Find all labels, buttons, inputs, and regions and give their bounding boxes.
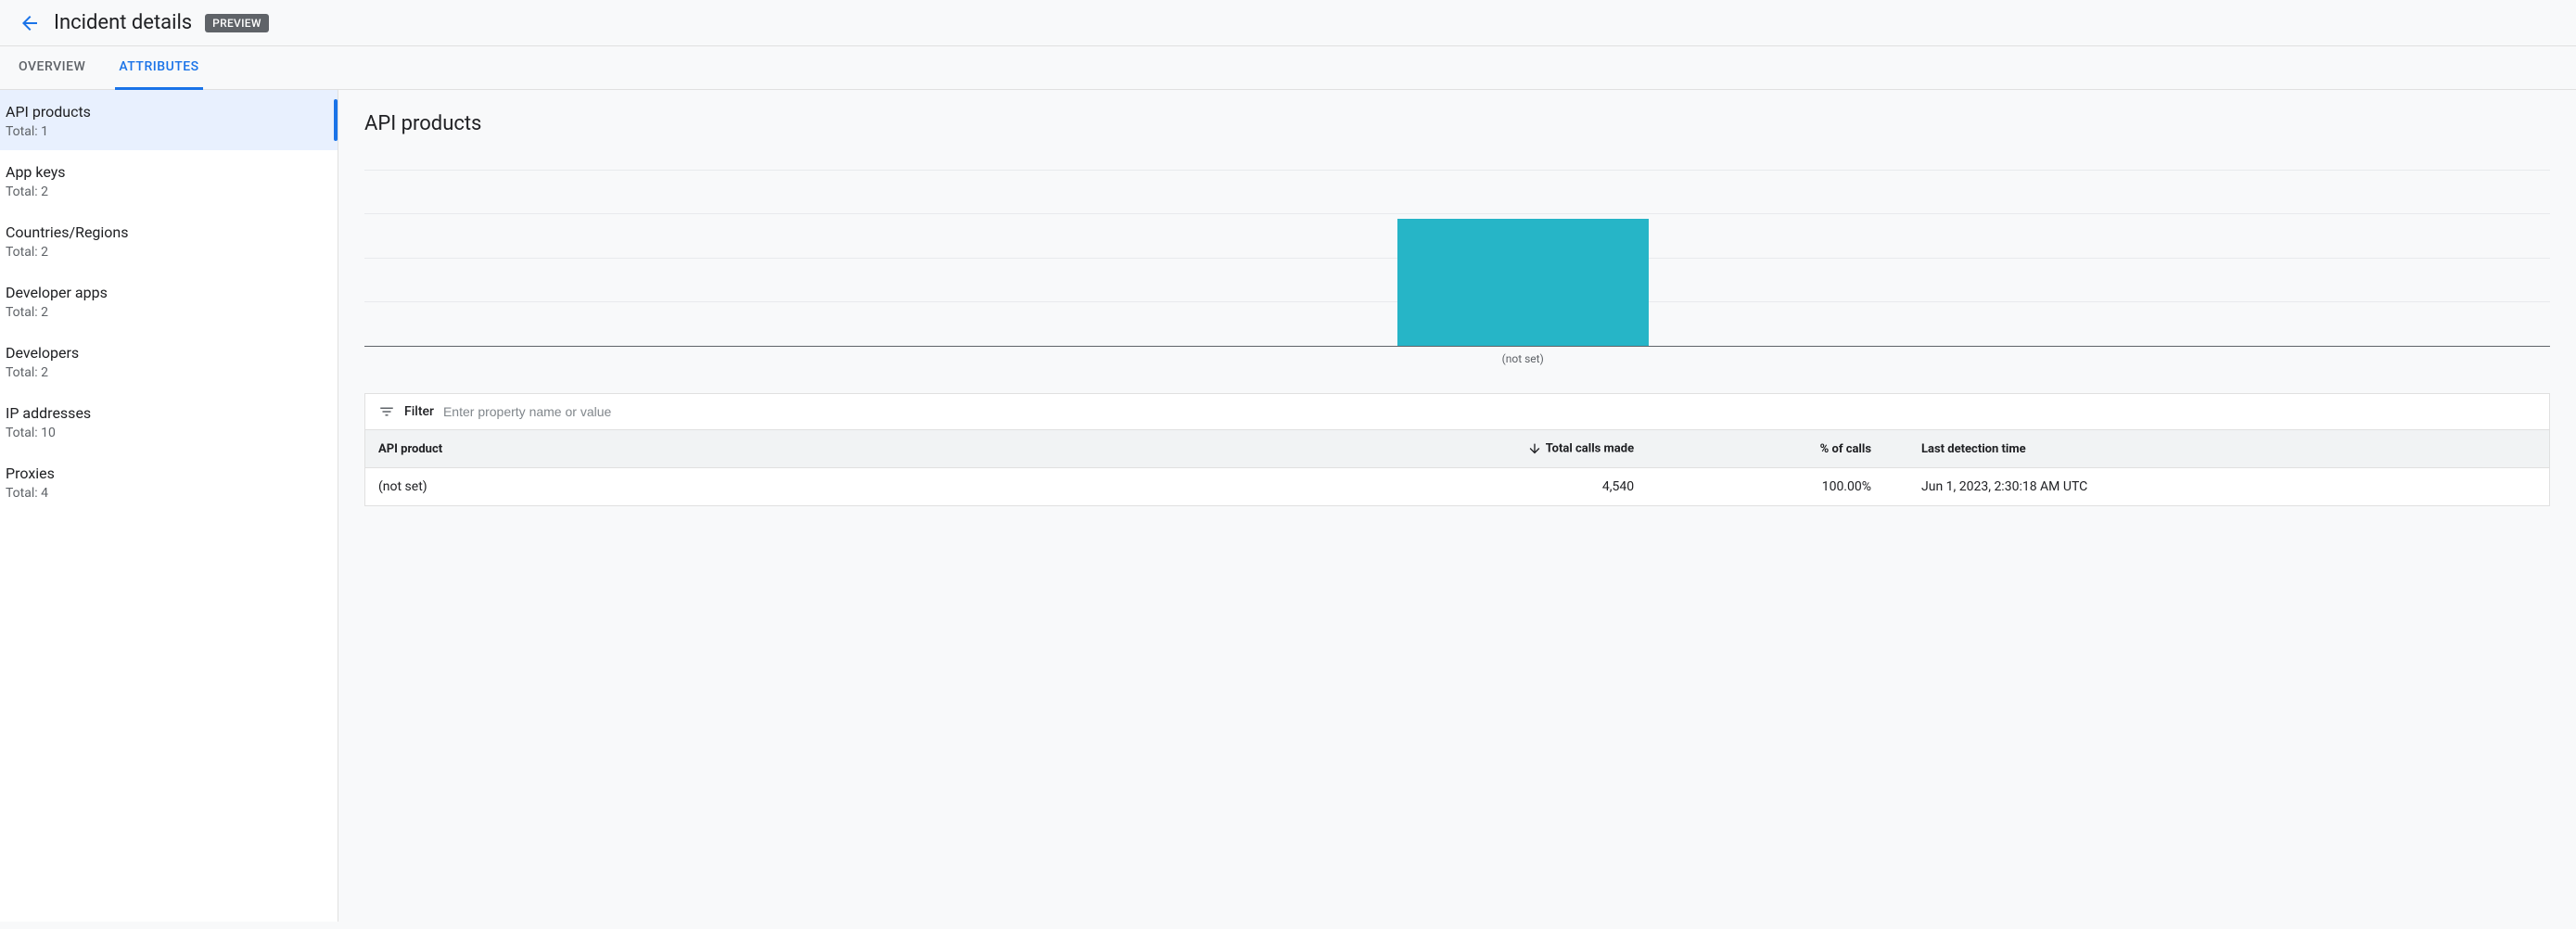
sidebar-item-total: Total: 2: [6, 305, 48, 320]
col-calls[interactable]: Total calls made: [1239, 430, 1647, 468]
col-last[interactable]: Last detection time: [1884, 430, 2550, 468]
chart-gridline: [364, 213, 2550, 214]
sidebar-item-label: IP addresses: [6, 404, 323, 422]
filter-label: Filter: [404, 404, 434, 419]
cell-product: (not set): [365, 468, 1239, 506]
sidebar-item-ip-addresses[interactable]: IP addresses Total: 10: [0, 391, 338, 452]
sidebar-item-label: API products: [6, 103, 323, 121]
back-arrow-icon[interactable]: [19, 12, 41, 34]
chart-bar: [1397, 219, 1649, 346]
sidebar-item-label: Countries/Regions: [6, 223, 323, 241]
sidebar-item-label: App keys: [6, 163, 323, 181]
sidebar-item-label: Developers: [6, 344, 323, 362]
sidebar-item-total: Total: 2: [6, 185, 48, 199]
chart: (not set): [364, 161, 2550, 371]
data-table: API product Total calls made % of calls …: [364, 429, 2550, 506]
sidebar: API productsTotal: 1App keysTotal: 2Coun…: [0, 90, 338, 922]
col-product[interactable]: API product: [365, 430, 1239, 468]
filter-bar: Filter: [364, 393, 2550, 429]
col-pct[interactable]: % of calls: [1647, 430, 1884, 468]
sidebar-item-label: Proxies: [6, 464, 323, 482]
sidebar-item-developer-apps[interactable]: Developer apps Total: 2: [0, 271, 338, 331]
page-title: Incident details: [54, 11, 192, 34]
chart-plot: [364, 171, 2550, 347]
preview-badge: PREVIEW: [205, 14, 269, 32]
tab-attributes[interactable]: ATTRIBUTES: [115, 46, 202, 90]
page-header: Incident details PREVIEW: [0, 0, 2576, 46]
sidebar-item-total: Total: 1: [6, 124, 48, 139]
filter-icon[interactable]: [378, 403, 395, 420]
sidebar-item-total: Total: 4: [6, 486, 48, 501]
sidebar-item-proxies[interactable]: Proxies Total: 4: [0, 452, 338, 512]
main-content: API products (not set) Filter API produc…: [338, 90, 2576, 922]
sidebar-item-label: Developer apps: [6, 284, 323, 301]
table-row[interactable]: (not set)4,540100.00%Jun 1, 2023, 2:30:1…: [365, 468, 2550, 506]
cell-pct: 100.00%: [1647, 468, 1884, 506]
col-calls-label: Total calls made: [1546, 441, 1634, 455]
sort-desc-icon: [1527, 441, 1542, 456]
tab-bar: OVERVIEW ATTRIBUTES: [0, 46, 2576, 90]
sidebar-item-app-keys[interactable]: App keys Total: 2: [0, 150, 338, 210]
chart-xlabel: (not set): [1502, 352, 1544, 365]
chart-xlabels: (not set): [364, 352, 2550, 371]
cell-calls: 4,540: [1239, 468, 1647, 506]
filter-input[interactable]: [443, 404, 2536, 419]
sidebar-item-total: Total: 2: [6, 245, 48, 260]
sidebar-item-countries-regions[interactable]: Countries/Regions Total: 2: [0, 210, 338, 271]
sidebar-item-api-products[interactable]: API products Total: 1: [0, 90, 338, 150]
sidebar-item-total: Total: 2: [6, 365, 48, 380]
cell-last: Jun 1, 2023, 2:30:18 AM UTC: [1884, 468, 2550, 506]
sidebar-item-developers[interactable]: Developers Total: 2: [0, 331, 338, 391]
tab-overview[interactable]: OVERVIEW: [15, 46, 89, 90]
chart-gridline: [364, 170, 2550, 171]
sidebar-item-total: Total: 10: [6, 426, 56, 440]
section-title: API products: [364, 112, 2550, 135]
